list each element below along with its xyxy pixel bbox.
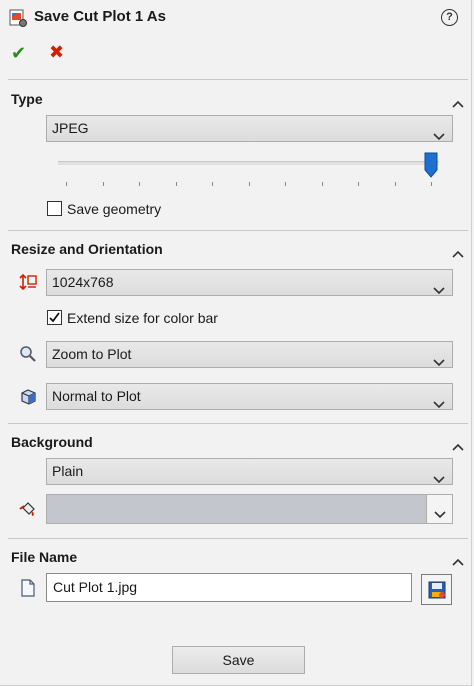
color-dropdown-button[interactable] [426, 494, 453, 524]
slider-tick [321, 182, 323, 186]
section-title-type: Type [11, 91, 43, 107]
cancel-x-icon[interactable]: ✖ [49, 42, 64, 63]
dropdown-chevron-icon [433, 124, 445, 141]
zoom-value: Zoom to Plot [52, 346, 132, 362]
orientation-select[interactable]: Normal to Plot [46, 383, 453, 410]
document-icon [19, 579, 37, 597]
slider-tick [212, 182, 213, 186]
quality-slider-track[interactable] [58, 161, 439, 165]
section-title-background: Background [11, 434, 93, 450]
collapse-chevron-icon[interactable] [452, 553, 464, 566]
zoom-select[interactable]: Zoom to Plot [46, 341, 453, 368]
slider-tick [248, 182, 250, 186]
checkmark-icon [49, 312, 60, 323]
save-plot-icon [9, 9, 27, 27]
separator [8, 79, 468, 80]
slider-tick [66, 182, 67, 186]
save-geometry-label: Save geometry [67, 201, 162, 217]
dropdown-chevron-icon [433, 392, 445, 409]
dropdown-chevron-icon [434, 506, 446, 522]
help-icon[interactable]: ? [441, 9, 458, 26]
background-color-swatch[interactable] [46, 494, 427, 524]
background-mode-value: Plain [52, 463, 84, 479]
background-mode-select[interactable]: Plain [46, 458, 453, 485]
save-button[interactable]: Save [172, 646, 305, 674]
dropdown-chevron-icon [433, 350, 445, 367]
dialog-title: Save Cut Plot 1 As [34, 8, 166, 25]
slider-tick [139, 182, 140, 186]
image-size-value: 1024x768 [52, 274, 114, 290]
save-geometry-checkbox[interactable] [47, 201, 62, 216]
slider-tick [175, 182, 177, 186]
collapse-chevron-icon[interactable] [452, 245, 464, 258]
slider-tick [285, 182, 286, 186]
section-title-file-name: File Name [11, 549, 78, 565]
separator [8, 538, 468, 539]
separator [8, 230, 468, 231]
collapse-chevron-icon[interactable] [452, 95, 464, 108]
paint-bucket-icon [19, 500, 37, 518]
file-name-input[interactable]: Cut Plot 1.jpg [46, 573, 412, 602]
file-name-value: Cut Plot 1.jpg [53, 579, 138, 595]
ok-check-icon[interactable]: ✔ [11, 43, 26, 64]
format-select[interactable]: JPEG [46, 115, 453, 142]
zoom-magnifier-icon [19, 345, 37, 363]
browse-button[interactable] [421, 574, 452, 605]
slider-tick [358, 182, 359, 186]
slider-tick [102, 182, 104, 186]
quality-slider-thumb[interactable] [424, 152, 438, 178]
dropdown-chevron-icon [433, 467, 445, 484]
resize-icon [19, 273, 37, 291]
property-manager-panel: Save Cut Plot 1 As ? ✔ ✖ Type JPEG Save … [0, 0, 472, 686]
slider-tick [394, 182, 396, 186]
extend-size-label: Extend size for color bar [67, 310, 218, 326]
browse-folder-icon [427, 580, 447, 603]
view-orientation-cube-icon [19, 387, 37, 405]
dropdown-chevron-icon [433, 278, 445, 295]
slider-tick [431, 182, 432, 186]
orientation-value: Normal to Plot [52, 388, 141, 404]
image-size-select[interactable]: 1024x768 [46, 269, 453, 296]
extend-size-checkbox[interactable] [47, 310, 62, 325]
format-select-value: JPEG [52, 120, 89, 136]
section-title-resize: Resize and Orientation [11, 241, 163, 257]
separator [8, 423, 468, 424]
collapse-chevron-icon[interactable] [452, 438, 464, 451]
